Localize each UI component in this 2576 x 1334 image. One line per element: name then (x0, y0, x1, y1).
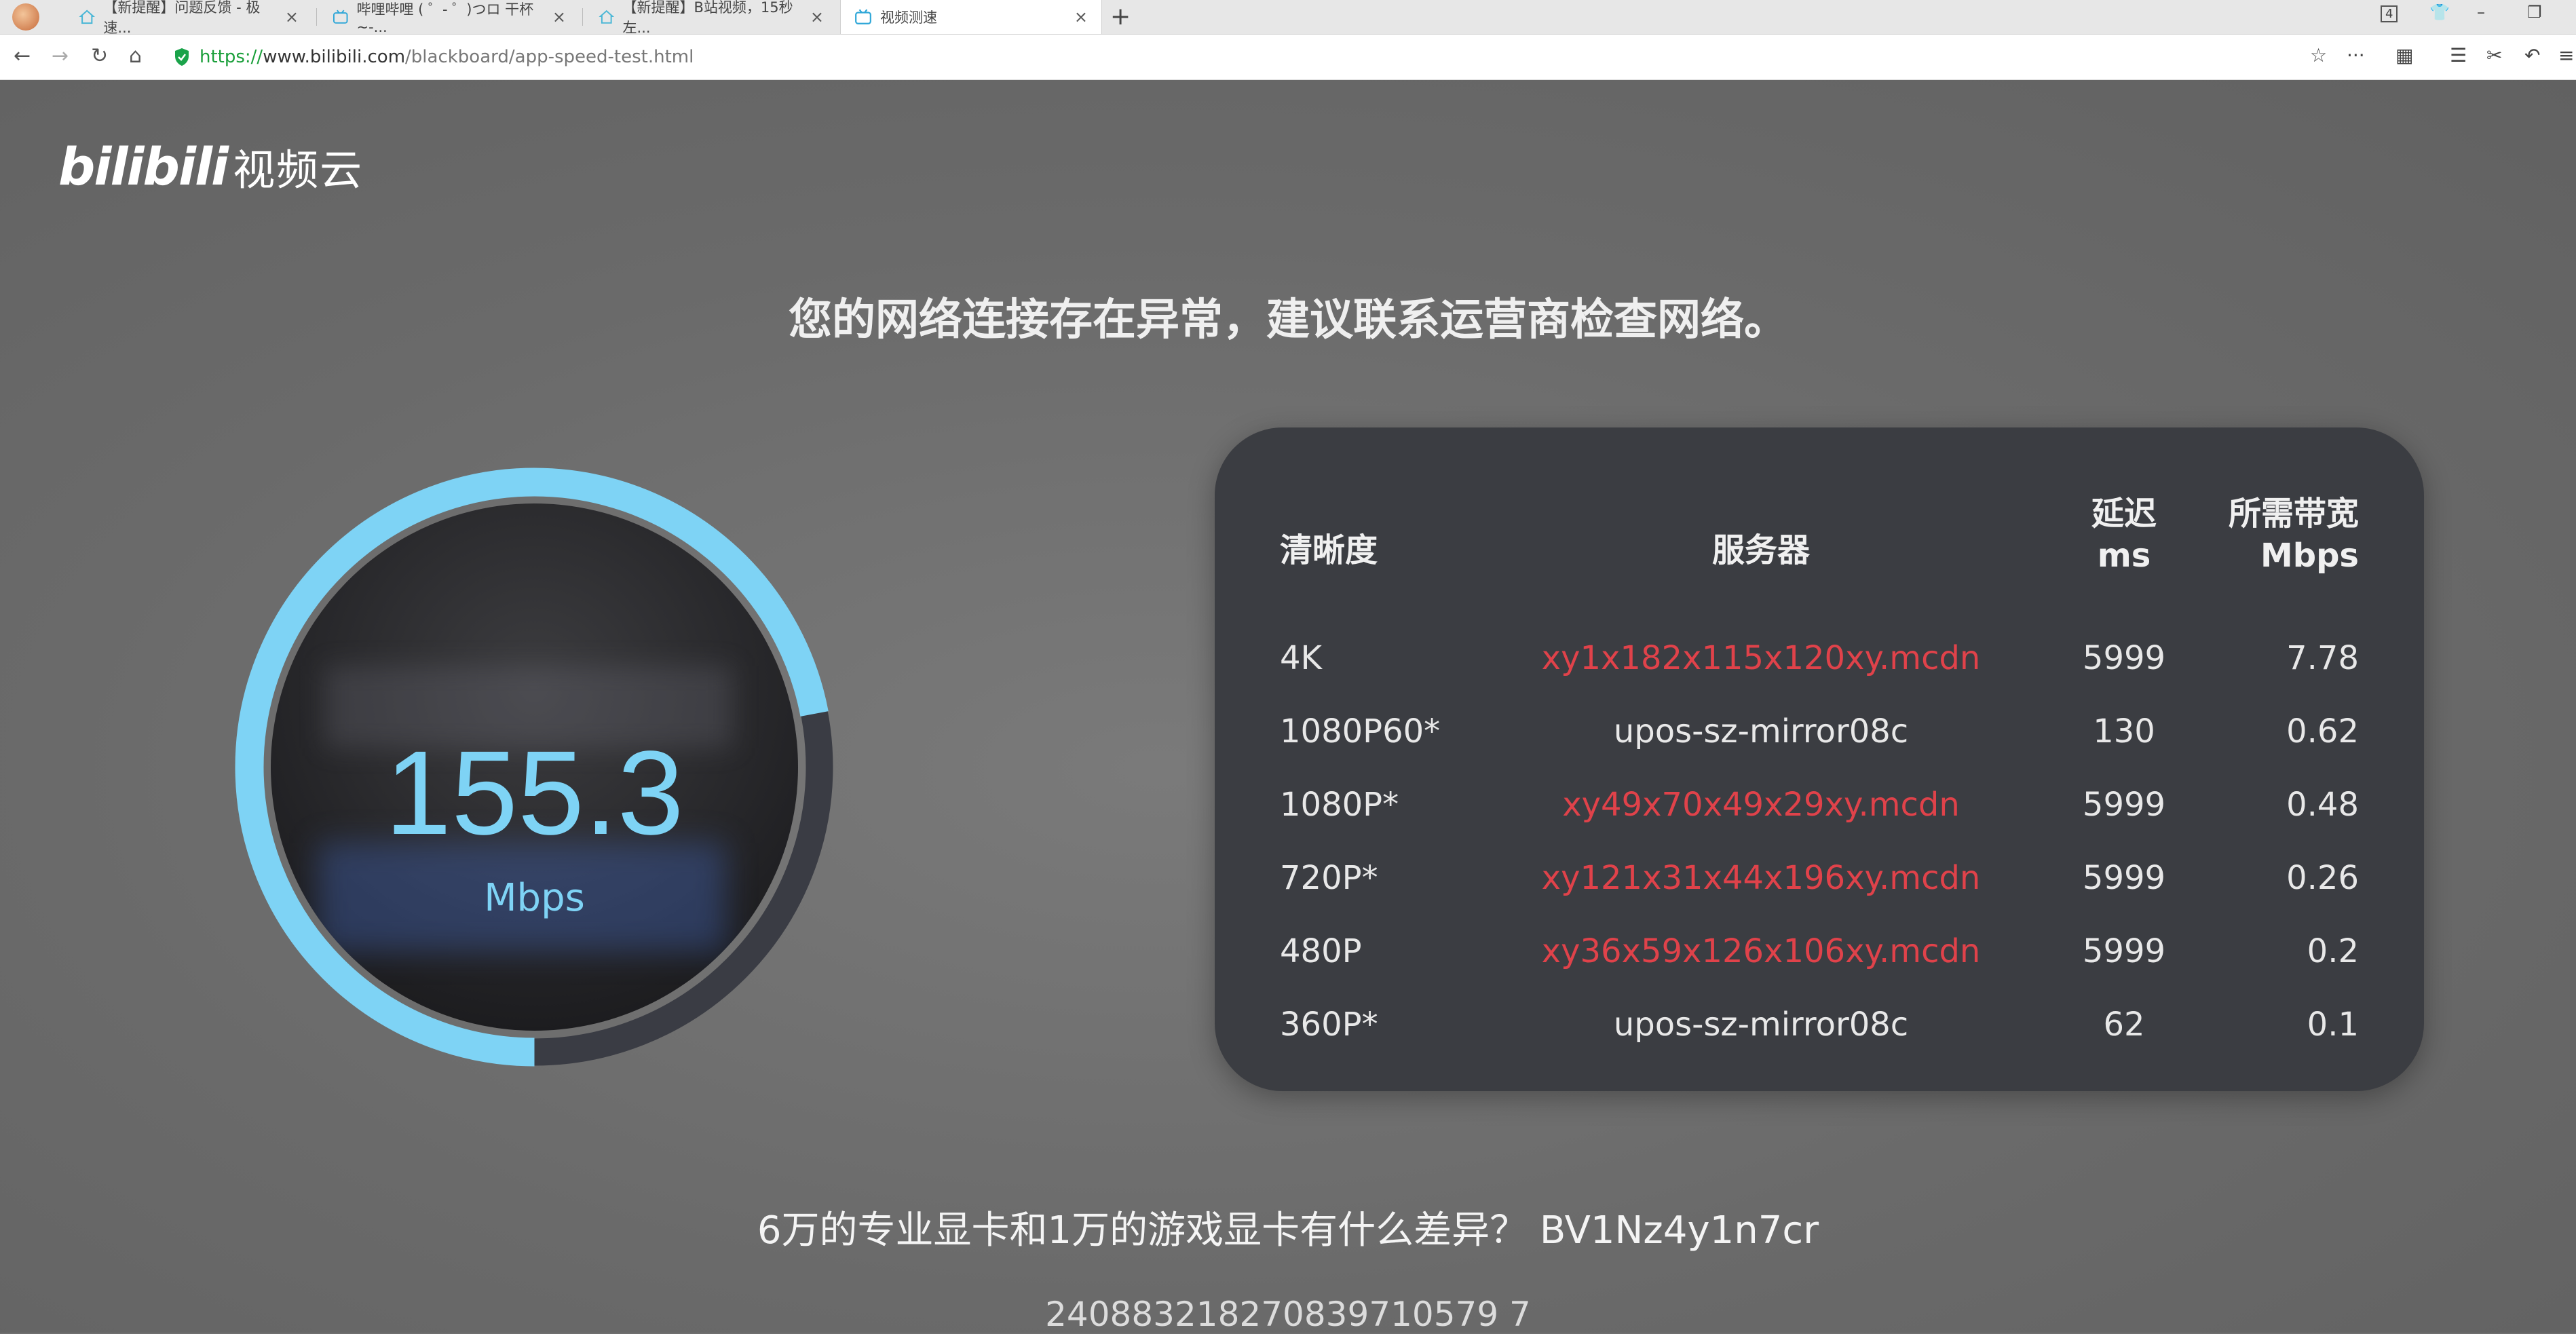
bilibili-tv-icon (855, 9, 871, 24)
row-server: xy36x59x126x106xy.mcdn (1541, 932, 1981, 970)
row-quality: 360P* (1280, 1006, 1378, 1044)
bookmark-star-icon[interactable]: ☆ (2310, 44, 2327, 66)
tab-divider (582, 8, 583, 26)
row-quality: 720P* (1280, 859, 1378, 897)
header-bandwidth: 所需带宽 Mbps (2229, 493, 2359, 577)
tab-divider (316, 8, 317, 26)
row-server: upos-sz-mirror08c (1613, 1006, 1909, 1044)
url-protocol: https:// (200, 47, 263, 67)
browser-address-bar: ← → ↻ ⌂ https://www.bilibili.com/blackbo… (0, 35, 2576, 80)
row-bandwidth: 7.78 (2286, 639, 2359, 677)
speed-results-panel: 清晰度 服务器 延迟 ms 所需带宽 Mbps 4K xy1x182x115x1… (1215, 427, 2424, 1091)
header-bandwidth-unit: Mbps (2260, 537, 2359, 575)
menu-icon[interactable]: ≡ (2558, 44, 2574, 66)
header-bandwidth-label: 所需带宽 (2228, 495, 2359, 533)
url-path: /blackboard/app-speed-test.html (405, 47, 694, 67)
row-latency: 5999 (2082, 932, 2166, 970)
network-warning-headline: 您的网络连接存在异常，建议联系运营商检查网络。 (789, 295, 1787, 345)
row-latency: 130 (2093, 712, 2155, 750)
tab-count-badge[interactable]: 4 (2381, 5, 2398, 22)
row-quality: 4K (1280, 639, 1323, 677)
table-row: 4K xy1x182x115x120xy.mcdn 5999 7.78 (1215, 624, 2424, 692)
table-row: 1080P60* upos-sz-mirror08c 130 0.62 (1215, 698, 2424, 765)
header-latency-unit: ms (2097, 537, 2151, 575)
tab-label: 【新提醒】B站视频，15秒左... (622, 0, 793, 36)
row-latency: 62 (2103, 1006, 2145, 1044)
close-tab-icon[interactable]: × (552, 7, 566, 26)
table-row: 480P xy36x59x126x106xy.mcdn 5999 0.2 (1215, 917, 2424, 985)
home-icon (79, 9, 96, 24)
row-quality: 480P (1280, 932, 1362, 970)
url-domain: www.bilibili.com (263, 47, 406, 67)
secure-shield-icon (175, 48, 189, 66)
row-server: xy121x31x44x196xy.mcdn (1541, 859, 1981, 897)
logo-suffix: 视频云 (233, 145, 364, 195)
restore-icon[interactable]: ❐ (2527, 3, 2542, 22)
forward-arrow-icon[interactable]: → (52, 44, 69, 68)
browser-tab-bar: 【新提醒】问题反馈 - 极速... × 哔哩哔哩 ( ゜- ゜)つロ 干杯~-.… (0, 0, 2576, 36)
browser-tab-4-active[interactable]: 视频测速 × (840, 0, 1102, 34)
header-latency-label: 延迟 (2091, 495, 2157, 533)
close-tab-icon[interactable]: × (810, 7, 824, 26)
close-tab-icon[interactable]: × (285, 7, 299, 26)
more-menu-icon[interactable]: ··· (2347, 44, 2365, 66)
test-video-title: 6万的专业显卡和1万的游戏显卡有什么差异？ BV1Nz4y1n7cr (757, 1208, 1819, 1253)
test-session-id: 240883218270839710579 7 (1045, 1295, 1531, 1334)
bilibili-tv-icon (333, 9, 348, 24)
home-icon (599, 9, 615, 24)
row-server: xy1x182x115x120xy.mcdn (1541, 639, 1981, 677)
bilibili-video-cloud-logo[interactable]: bilibili 视频云 (58, 136, 363, 197)
speed-value: 155.3 (385, 727, 684, 860)
browser-tab-2[interactable]: 哔哩哔哩 ( ゜- ゜)つロ 干杯~-... × (319, 0, 580, 35)
new-tab-button[interactable]: + (1110, 3, 1131, 31)
apps-grid-icon[interactable]: ▦ (2395, 44, 2413, 66)
table-row: 1080P* xy49x70x49x29xy.mcdn 5999 0.48 (1215, 771, 2424, 839)
tab-label: 【新提醒】问题反馈 - 极速... (103, 0, 261, 36)
row-server: xy49x70x49x29xy.mcdn (1562, 786, 1960, 824)
skin-icon[interactable]: 👕 (2429, 3, 2450, 22)
home-icon[interactable]: ⌂ (129, 44, 142, 68)
logo-brand: bilibili (58, 136, 229, 197)
reading-list-icon[interactable]: ☰ (2450, 44, 2467, 66)
row-bandwidth: 0.1 (2307, 1006, 2359, 1044)
row-latency: 5999 (2082, 786, 2166, 824)
table-row: 360P* upos-sz-mirror08c 62 0.1 (1215, 991, 2424, 1059)
table-row: 720P* xy121x31x44x196xy.mcdn 5999 0.26 (1215, 844, 2424, 912)
speed-unit: Mbps (484, 876, 585, 920)
row-quality: 1080P* (1280, 786, 1399, 824)
row-latency: 5999 (2082, 639, 2166, 677)
back-arrow-icon[interactable]: ← (14, 44, 31, 68)
row-bandwidth: 0.26 (2286, 859, 2359, 897)
tab-label: 视频测速 (880, 9, 937, 26)
header-latency: 延迟 ms (2056, 493, 2192, 577)
reload-icon[interactable]: ↻ (91, 44, 108, 68)
speed-gauge: 155.3 Mbps (227, 460, 841, 1074)
row-quality: 1080P60* (1280, 712, 1441, 750)
row-server: upos-sz-mirror08c (1613, 712, 1909, 750)
tab-label: 哔哩哔哩 ( ゜- ゜)つロ 干杯~-... (356, 1, 534, 35)
header-quality: 清晰度 (1280, 531, 1378, 569)
url-field[interactable]: https://www.bilibili.com/blackboard/app-… (174, 45, 694, 69)
minimize-icon[interactable]: – (2477, 3, 2485, 22)
row-bandwidth: 0.62 (2286, 712, 2359, 750)
row-bandwidth: 0.48 (2286, 786, 2359, 824)
browser-tab-3[interactable]: 【新提醒】B站视频，15秒左... × (585, 0, 837, 36)
user-avatar[interactable] (12, 3, 39, 31)
browser-tab-1[interactable]: 【新提醒】问题反馈 - 极速... × (65, 0, 312, 36)
row-latency: 5999 (2082, 859, 2166, 897)
row-bandwidth: 0.2 (2307, 932, 2359, 970)
close-tab-icon[interactable]: × (1074, 7, 1088, 26)
undo-icon[interactable]: ↶ (2524, 44, 2540, 66)
header-server: 服务器 (1711, 531, 1810, 569)
speed-test-page: bilibili 视频云 您的网络连接存在异常，建议联系运营商检查网络。 155.… (0, 80, 2576, 1334)
screenshot-scissors-icon[interactable]: ✂ (2486, 44, 2502, 66)
